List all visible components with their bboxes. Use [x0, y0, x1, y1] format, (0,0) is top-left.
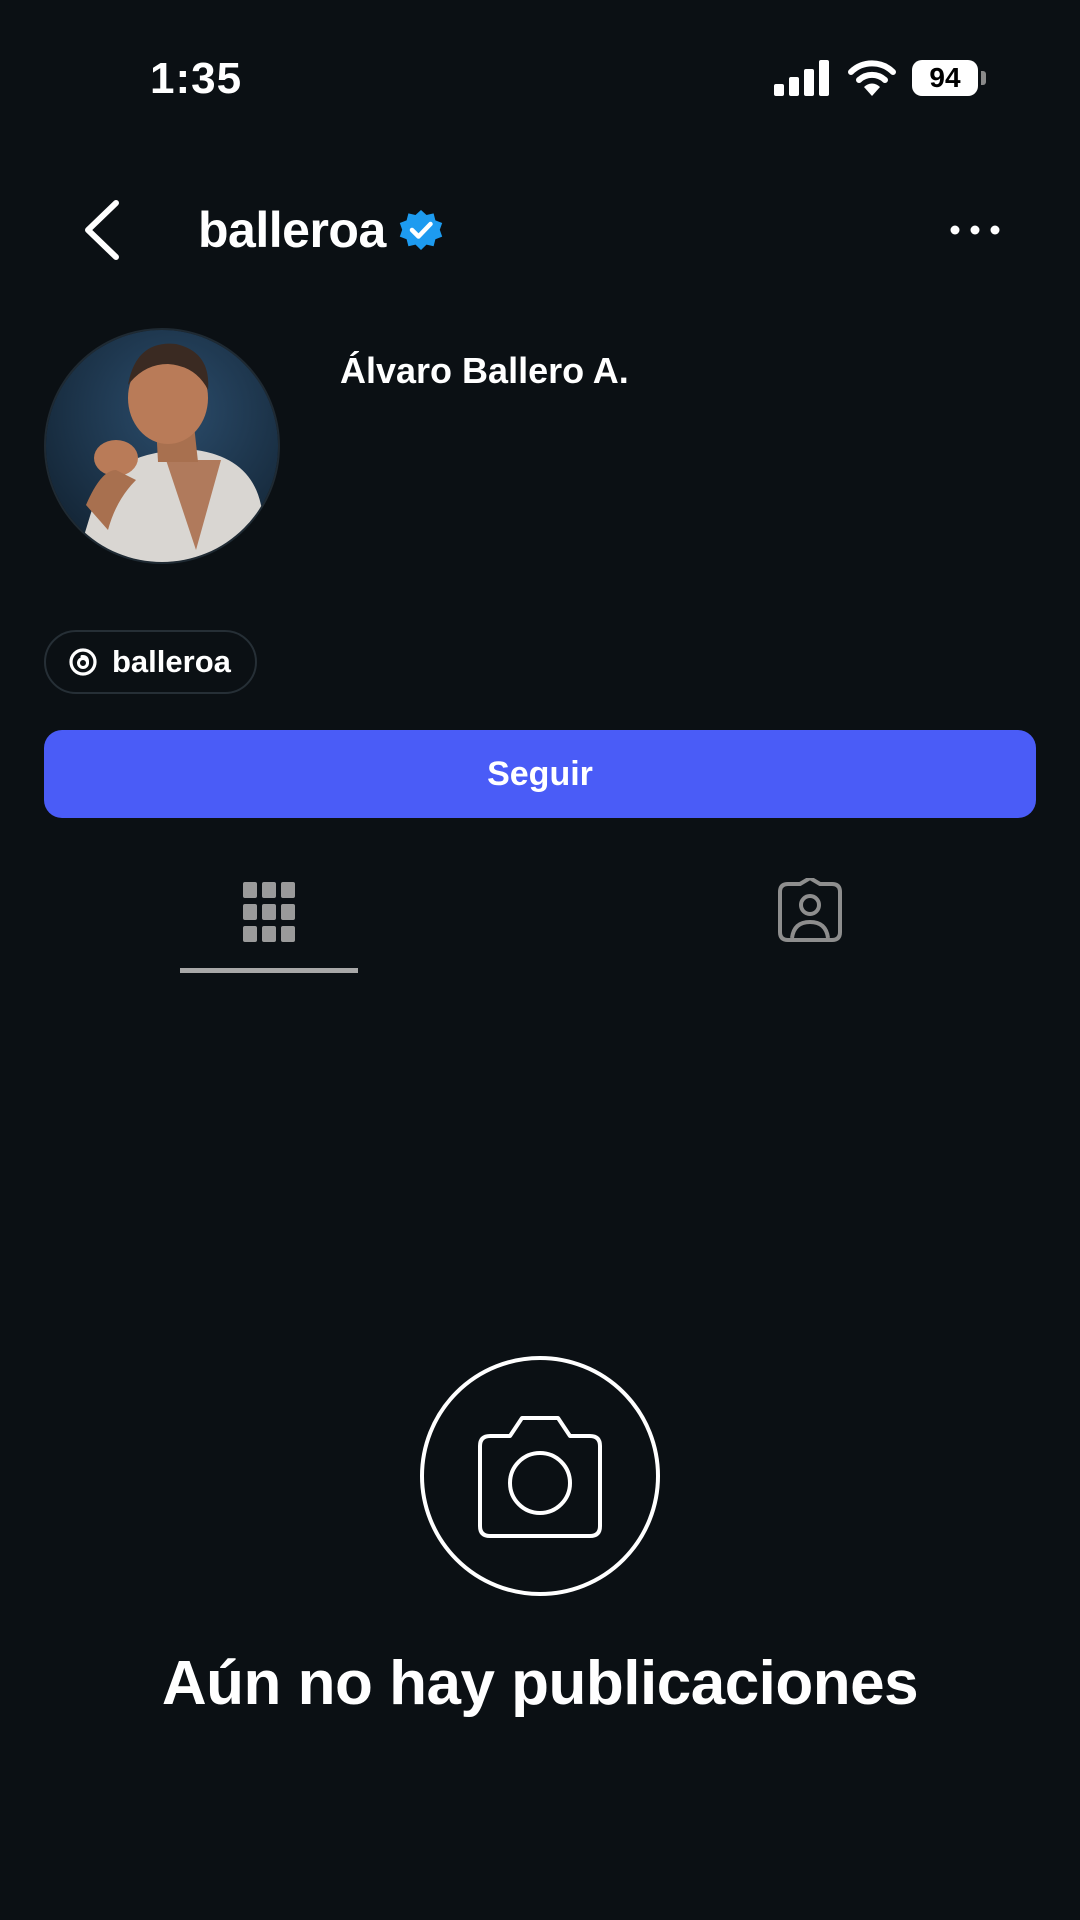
camera-icon: [478, 1416, 602, 1538]
follow-button-label: Seguir: [487, 754, 593, 793]
empty-state-message: Aún no hay publicaciones: [161, 1649, 919, 1718]
status-bar: 1:35 94: [0, 0, 1080, 160]
more-horizontal-icon: [950, 225, 1000, 235]
threads-handle: balleroa: [112, 644, 231, 679]
threads-link-chip[interactable]: balleroa: [44, 630, 257, 694]
status-time: 1:35: [150, 54, 243, 103]
back-button[interactable]: [70, 195, 130, 265]
tagged-person-icon: [778, 878, 842, 942]
grid-icon: [243, 882, 295, 942]
header-title: balleroa: [198, 200, 444, 260]
battery-icon: 94: [912, 58, 988, 98]
tab-tagged[interactable]: [770, 868, 850, 948]
wifi-icon: [848, 60, 896, 96]
avatar[interactable]: [44, 328, 280, 564]
empty-state-camera: [420, 1356, 660, 1596]
profile-full-name: Álvaro Ballero A.: [340, 350, 629, 391]
battery-nub: [981, 71, 986, 85]
chevron-left-icon: [85, 200, 119, 260]
tab-posts-grid[interactable]: [180, 868, 358, 974]
battery-body: 94: [912, 60, 978, 96]
more-options-button[interactable]: [945, 200, 1005, 260]
verified-badge-icon: [399, 210, 442, 250]
threads-icon: [69, 648, 97, 676]
avatar-photo: [46, 330, 278, 562]
signal-icon: [774, 60, 829, 96]
follow-button[interactable]: Seguir: [44, 730, 1036, 818]
tab-selected-indicator: [180, 968, 358, 973]
username: balleroa: [198, 202, 386, 258]
battery-level: 94: [929, 62, 961, 93]
